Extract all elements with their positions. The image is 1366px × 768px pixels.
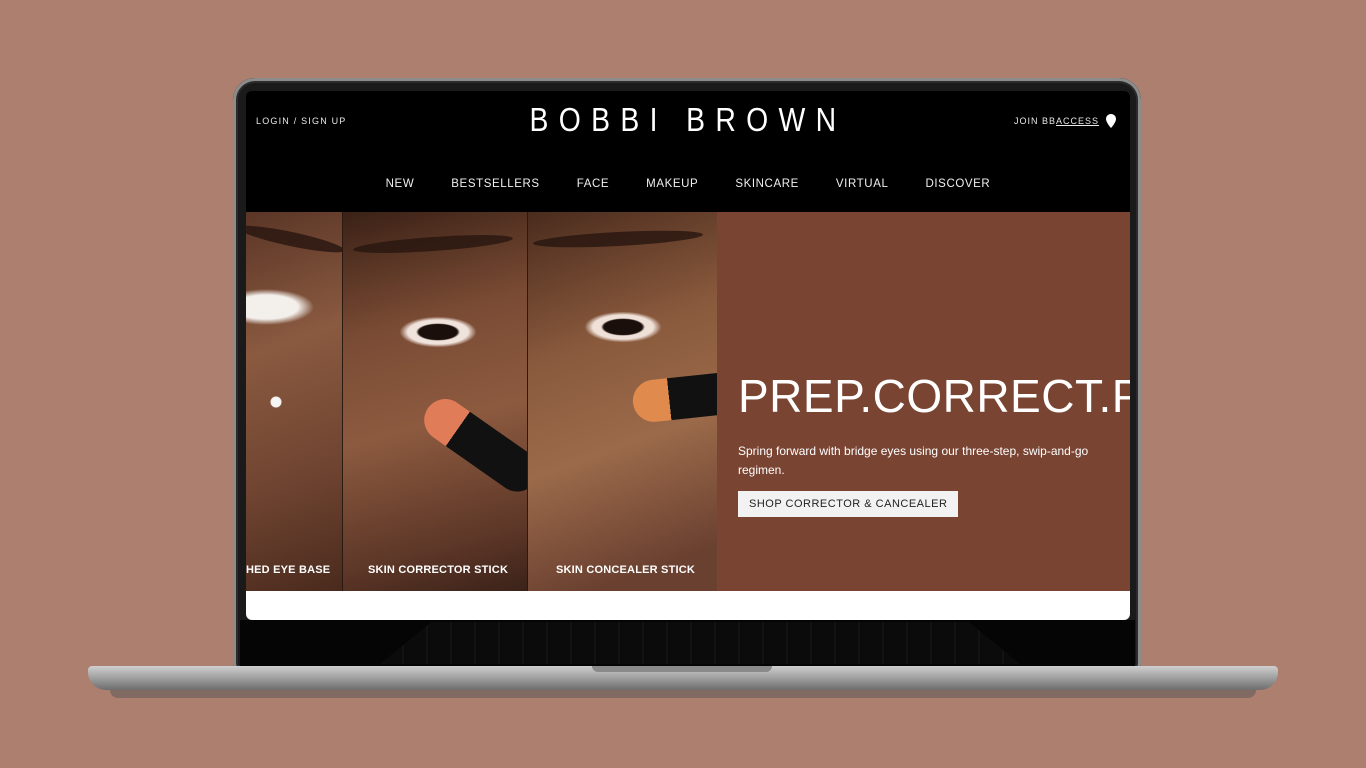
- main-nav: NEW BESTSELLERS FACE MAKEUP SKINCARE VIR…: [246, 178, 1130, 190]
- hero-copy: PREP.CORRECT.PER Spring forward with bri…: [738, 212, 1130, 591]
- join-prefix: JOIN BB: [1014, 116, 1057, 126]
- nav-item-skincare[interactable]: SKINCARE: [735, 178, 799, 190]
- eyebrow-shape: [246, 220, 342, 258]
- product-label: SKIN CONCEALER STICK: [556, 564, 696, 576]
- product-panel-eye-base[interactable]: HED EYE BASE: [246, 212, 342, 591]
- keyboard-reflection: [380, 622, 1020, 664]
- product-label: SKIN CORRECTOR STICK: [368, 564, 509, 576]
- nav-item-new[interactable]: NEW: [386, 178, 415, 190]
- nav-item-makeup[interactable]: MAKEUP: [646, 178, 698, 190]
- eyebrow-shape: [532, 227, 704, 251]
- hero-title: PREP.CORRECT.PER: [738, 370, 1130, 422]
- nav-item-bestsellers[interactable]: BESTSELLERS: [451, 178, 539, 190]
- content-below-hero: [246, 591, 1130, 620]
- eyebrow-shape: [352, 231, 514, 257]
- laptop-notch: [592, 666, 772, 672]
- site-header: LOGIN / SIGN UP BOBBI BROWN JOIN BBACCES…: [246, 91, 1130, 212]
- nav-item-discover[interactable]: DISCOVER: [925, 178, 990, 190]
- nav-item-virtual[interactable]: VIRTUAL: [836, 178, 889, 190]
- brand-logo[interactable]: BOBBI BROWN: [308, 101, 1068, 139]
- corrector-stick-image: [415, 390, 528, 500]
- product-label: HED EYE BASE: [246, 564, 331, 576]
- join-bbaccess-link[interactable]: JOIN BBACCESS: [1014, 116, 1099, 126]
- hero-subtitle: Spring forward with bridge eyes using ou…: [738, 444, 1089, 477]
- product-panel-corrector-stick[interactable]: SKIN CORRECTOR STICK: [342, 212, 528, 591]
- map-pin-icon[interactable]: [1106, 114, 1116, 128]
- concealer-stick-image: [630, 368, 717, 424]
- laptop-base-shadow: [110, 690, 1256, 698]
- product-panel-concealer-stick[interactable]: SKIN CONCEALER STICK: [527, 212, 717, 591]
- access-link-text: ACCESS: [1056, 116, 1100, 126]
- shop-corrector-button[interactable]: SHOP CORRECTOR & CANCEALER: [738, 491, 959, 517]
- hero-banner: HED EYE BASE SKIN CORRECTOR STICK SKIN C…: [246, 212, 1130, 591]
- nav-item-face[interactable]: FACE: [577, 178, 609, 190]
- laptop-screen: LOGIN / SIGN UP BOBBI BROWN JOIN BBACCES…: [246, 91, 1130, 620]
